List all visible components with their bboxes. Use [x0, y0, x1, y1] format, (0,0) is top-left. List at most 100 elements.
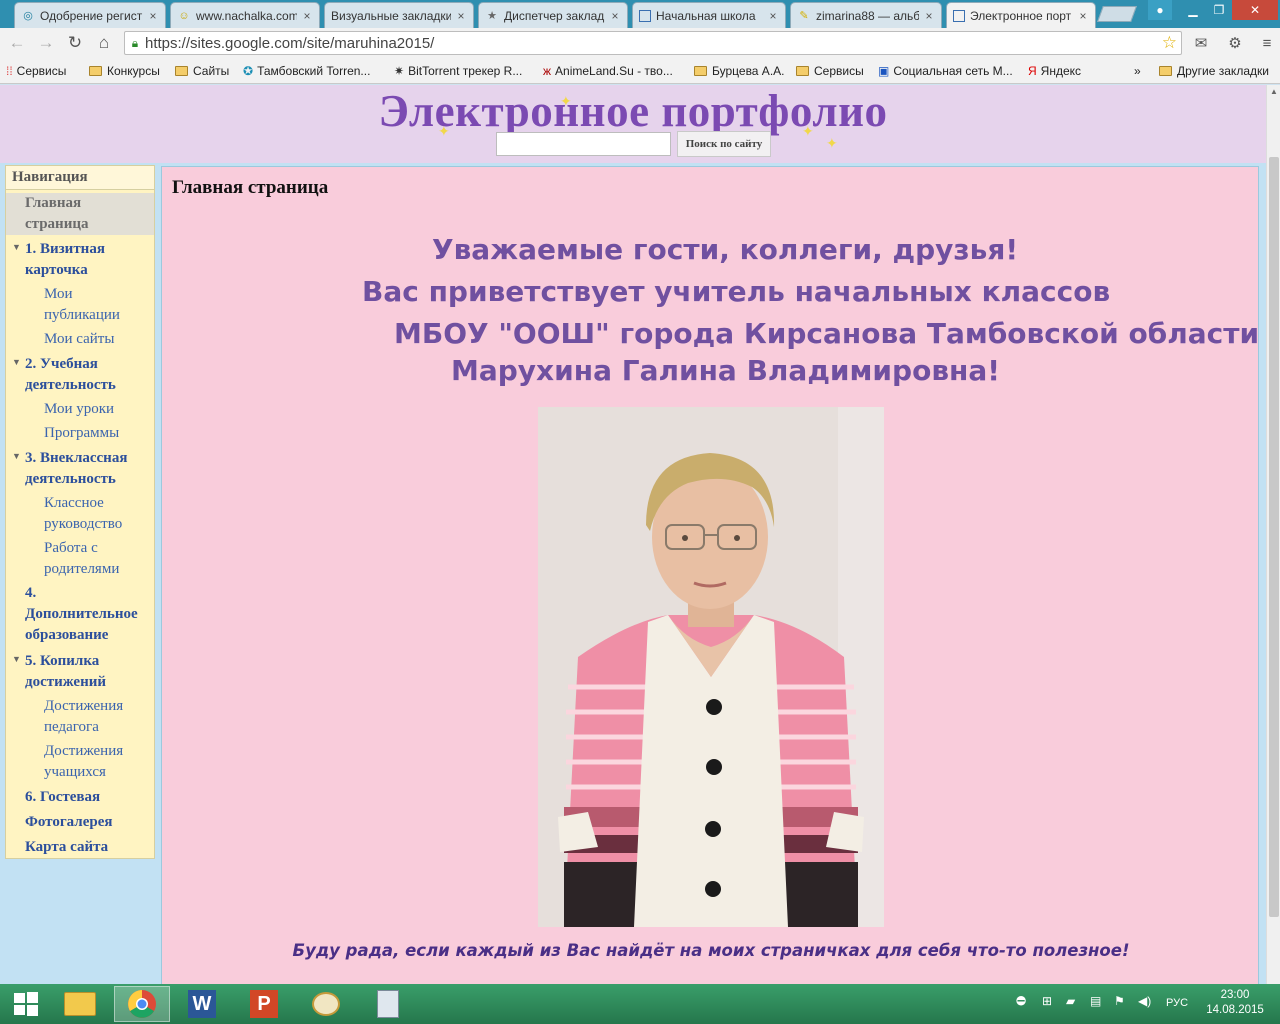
yandex-icon: Я [1028, 64, 1037, 78]
tab[interactable]: Визуальные закладки × [324, 2, 474, 28]
nav-item-extracurricular[interactable]: 3. Внеклассная деятельность [25, 448, 127, 490]
volume-icon[interactable]: ◀︎) [1138, 994, 1151, 1008]
nav-line: Достижения [44, 743, 124, 759]
tambov-icon: ✪ [243, 64, 254, 78]
bookmark-contests[interactable]: Конкурсы [89, 62, 160, 80]
windows-tray-icon[interactable]: ⊞ [1042, 994, 1052, 1008]
antivirus-icon[interactable]: ⛔︎ [1016, 994, 1026, 1009]
nav-line: родителями [44, 561, 120, 577]
bookmark-tambov-torrent[interactable]: ✪ Тамбовский Torren... [243, 62, 370, 80]
bookmarks-overflow-button[interactable]: » [1134, 62, 1141, 80]
url-text[interactable]: https://sites.google.com/site/maruhina20… [145, 35, 434, 52]
collapse-triangle-icon[interactable]: ▼ [12, 451, 21, 461]
chrome-icon[interactable] [114, 986, 170, 1022]
network-icon[interactable]: ▤ [1090, 994, 1101, 1008]
minimize-icon[interactable]: ▁ [1180, 0, 1206, 20]
nav-item-home[interactable]: Главная страница [6, 193, 154, 235]
reload-icon[interactable]: ↻ [63, 31, 87, 55]
nav-line: учащихся [44, 764, 106, 780]
nav-item-photogallery[interactable]: Фотогалерея [25, 812, 113, 833]
menu-icon[interactable]: ≡ [1254, 31, 1280, 55]
nav-item-sitemap[interactable]: Карта сайта [25, 837, 108, 858]
nvidia-icon[interactable]: ▰ [1066, 994, 1075, 1008]
restore-icon[interactable]: ❐ [1206, 0, 1232, 20]
nav-item-student-achievements[interactable]: Достижения учащихся [44, 741, 123, 783]
system-clock[interactable]: 23:00 14.08.2015 [1200, 988, 1270, 1018]
profile-icon[interactable]: ● [1148, 0, 1172, 20]
tab[interactable]: ★ Диспетчер заклад × [478, 2, 628, 28]
nav-item-teaching[interactable]: 2. Учебная деятельность [25, 354, 116, 396]
nav-item-additional-education[interactable]: 4. Дополнительное образование [25, 583, 138, 646]
other-bookmarks[interactable]: Другие закладки [1159, 62, 1269, 80]
site-search-button[interactable]: Поиск по сайту [677, 131, 771, 157]
animeland-icon: ж [543, 64, 552, 78]
close-icon[interactable]: × [455, 9, 467, 23]
bookmark-label: Тамбовский Torren... [257, 64, 371, 78]
collapse-triangle-icon[interactable]: ▼ [12, 357, 21, 367]
nav-item-my-lessons[interactable]: Мои уроки [44, 399, 114, 420]
extension-icon[interactable]: ⚙ [1222, 31, 1248, 55]
start-button[interactable] [6, 988, 46, 1020]
home-icon[interactable]: ⌂ [92, 31, 116, 55]
nav-line: 2. Учебная [25, 356, 98, 372]
powerpoint-icon[interactable]: P [236, 986, 292, 1022]
bookmark-yandex[interactable]: Я Яндекс [1028, 62, 1081, 80]
bookmark-services[interactable]: ⁞⁞ Сервисы [6, 62, 66, 80]
close-icon[interactable]: × [147, 9, 159, 23]
nav-item-achievements[interactable]: 5. Копилка достижений [25, 651, 106, 693]
page-scrollbar[interactable]: ▲ [1266, 85, 1280, 984]
close-icon[interactable]: × [767, 9, 779, 23]
nav-item-my-sites[interactable]: Мои сайты [44, 329, 114, 350]
bookmark-animeland[interactable]: ж AnimeLand.Su - тво... [543, 62, 673, 80]
mail-icon[interactable]: ✉ [1188, 31, 1214, 55]
bookmark-social[interactable]: ▣ Социальная сеть М... [878, 62, 1013, 80]
close-icon[interactable]: × [1077, 9, 1089, 23]
nav-line: Дополнительное [25, 606, 138, 622]
tab[interactable]: ◎ Одобрение регист × [14, 2, 166, 28]
tab-active[interactable]: Электронное порт × [946, 2, 1096, 28]
collapse-triangle-icon[interactable]: ▼ [12, 654, 21, 664]
album-icon: ✎ [799, 10, 809, 22]
close-icon[interactable]: × [923, 9, 935, 23]
bookmark-services-folder[interactable]: Сервисы [796, 62, 864, 80]
nav-item-programs[interactable]: Программы [44, 423, 119, 444]
flag-icon[interactable]: ⚑ [1114, 994, 1125, 1008]
tab[interactable]: ☺ www.nachalka.com × [170, 2, 320, 28]
nav-line: Программы [44, 425, 120, 441]
forward-icon[interactable]: → [34, 31, 58, 55]
nav-item-guestbook[interactable]: 6. Гостевая [25, 787, 100, 808]
nav-line: 5. Копилка [25, 653, 100, 669]
nav-line: Карта сайта [25, 839, 109, 855]
tab[interactable]: Начальная школа × [632, 2, 786, 28]
nav-item-class-guidance[interactable]: Классное руководство [44, 493, 122, 535]
language-indicator[interactable]: РУС [1166, 997, 1188, 1009]
nav-line: Достижения [44, 698, 124, 714]
tab-title: Начальная школа [656, 8, 756, 23]
bookmark-star-icon[interactable]: ☆ [1162, 33, 1177, 53]
explorer-icon[interactable] [52, 986, 108, 1022]
site-title[interactable]: Электронное портфолио [0, 85, 1266, 137]
site-search-input[interactable] [496, 132, 671, 156]
paint-icon[interactable] [298, 986, 354, 1022]
window-close-icon[interactable]: ✕ [1232, 0, 1278, 20]
new-tab-button[interactable] [1097, 6, 1137, 22]
collapse-triangle-icon[interactable]: ▼ [12, 242, 21, 252]
bookmark-sites[interactable]: Сайты [175, 62, 229, 80]
close-icon[interactable]: × [301, 9, 313, 23]
address-bar[interactable]: 🔒︎ https://sites.google.com/site/maruhin… [124, 31, 1182, 55]
nav-item-business-card[interactable]: 1. Визитная карточка [25, 239, 105, 281]
nav-item-publications[interactable]: Мои публикации [44, 284, 120, 326]
sidebar-title: Навигация [6, 166, 154, 190]
calculator-icon[interactable] [360, 986, 416, 1022]
word-icon[interactable]: W [174, 986, 230, 1022]
bookmark-burtseva[interactable]: Бурцева А.А. [694, 62, 785, 80]
back-icon[interactable]: ← [5, 31, 29, 55]
close-icon[interactable]: × [609, 9, 621, 23]
nav-line: 3. Внеклассная [25, 450, 128, 466]
nav-item-parents[interactable]: Работа с родителями [44, 538, 119, 580]
scroll-up-arrow-icon[interactable]: ▲ [1267, 85, 1280, 99]
tab[interactable]: ✎ zimarina88 — альб × [790, 2, 942, 28]
bookmark-bittorrent[interactable]: ✷ BitTorrent трекер R... [394, 62, 522, 80]
scrollbar-thumb[interactable] [1269, 157, 1279, 917]
nav-item-teacher-achievements[interactable]: Достижения педагога [44, 696, 123, 738]
